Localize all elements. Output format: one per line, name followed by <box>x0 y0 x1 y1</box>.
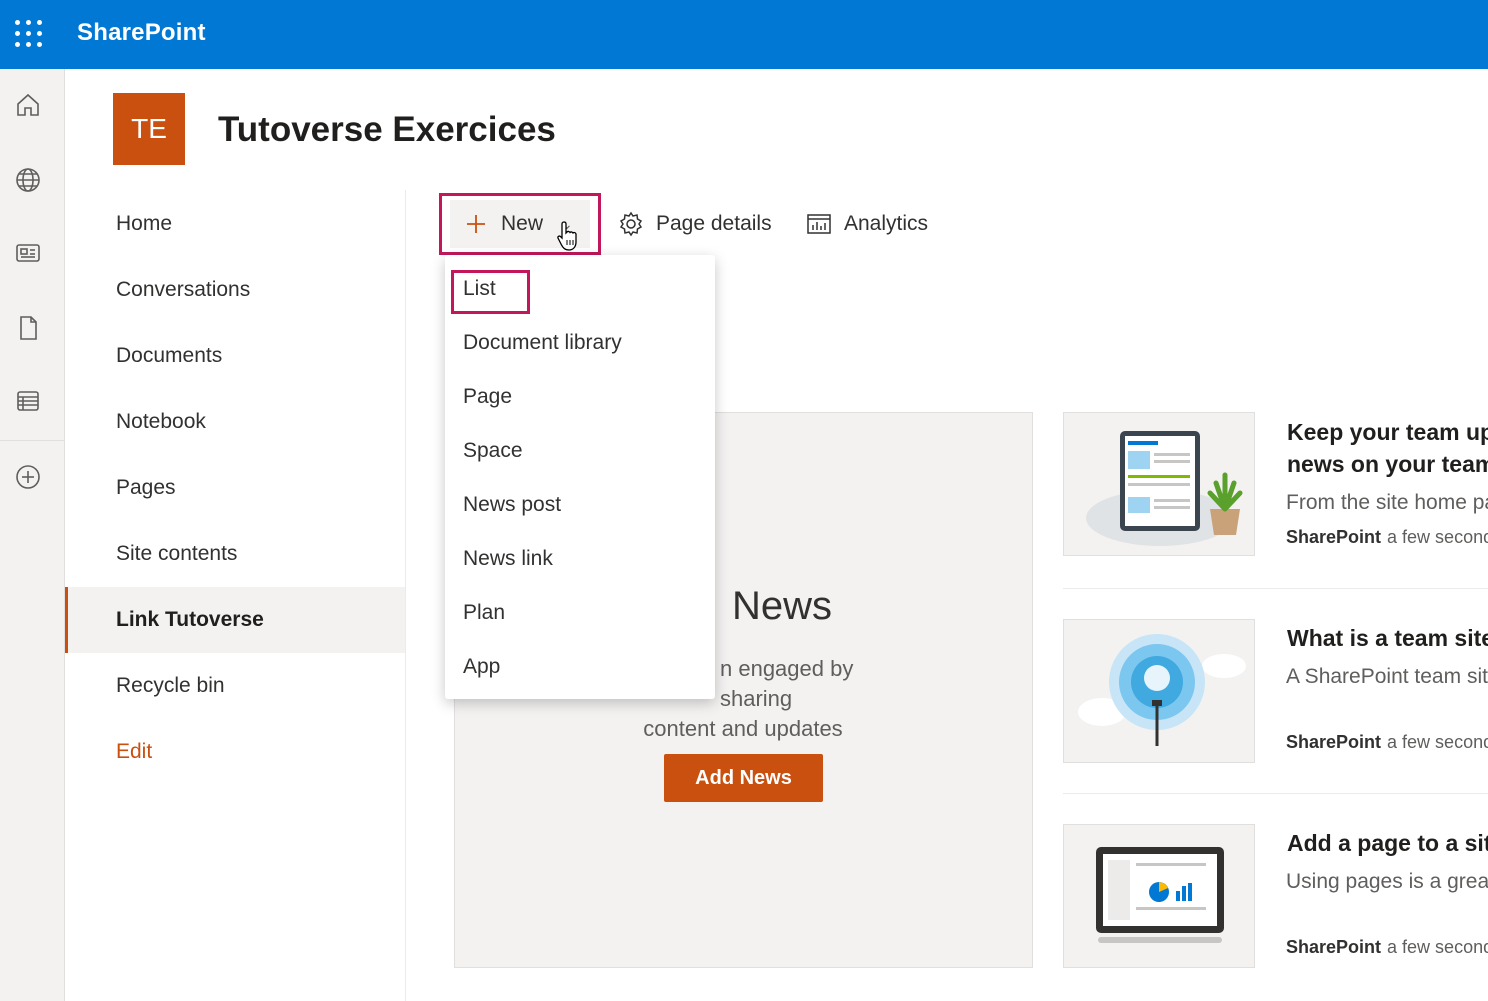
nav-item-home[interactable]: Home <box>65 191 405 257</box>
laptop-illustration[interactable] <box>1063 824 1255 968</box>
menu-item-plan[interactable]: Plan <box>463 601 505 625</box>
card-3-time: a few second <box>1387 937 1488 957</box>
card-1-time: a few second <box>1387 527 1488 547</box>
site-title[interactable]: Tutoverse Exercices <box>218 110 556 150</box>
app-launcher-icon[interactable] <box>15 20 43 48</box>
app-rail <box>0 69 65 1001</box>
card-2-description: A SharePoint team site <box>1286 665 1488 688</box>
menu-item-space[interactable]: Space <box>463 439 523 463</box>
site-logo[interactable]: TE <box>113 93 185 165</box>
hand-cursor-icon <box>557 221 577 251</box>
list-icon[interactable] <box>14 387 42 415</box>
list-item-highlight <box>451 270 530 314</box>
card-divider <box>1063 793 1488 794</box>
news-icon[interactable] <box>14 239 42 267</box>
news-description-line2: content and updates <box>643 716 843 741</box>
add-circle-icon[interactable] <box>14 463 42 491</box>
page-details-button[interactable]: Page details <box>618 200 772 248</box>
card-1-title[interactable]: Keep your team up news on your team <box>1287 416 1488 480</box>
page-details-label: Page details <box>656 212 772 235</box>
site-navigation: Home Conversations Documents Notebook Pa… <box>65 190 406 1001</box>
card-3-description: Using pages is a great <box>1286 870 1488 893</box>
lightbulb-illustration[interactable] <box>1063 619 1255 763</box>
analytics-label: Analytics <box>844 212 929 235</box>
new-dropdown-menu: List Document library Page Space News po… <box>445 255 715 699</box>
analytics-icon <box>807 214 831 234</box>
add-news-button[interactable]: Add News <box>664 754 823 802</box>
card-3-author: SharePoint <box>1286 937 1382 957</box>
menu-item-news-link[interactable]: News link <box>463 547 553 571</box>
card-2-title[interactable]: What is a team site <box>1287 622 1488 654</box>
menu-item-page[interactable]: Page <box>463 385 512 409</box>
card-3-meta: SharePoint a few second <box>1286 937 1488 958</box>
nav-edit-link[interactable]: Edit <box>65 719 405 785</box>
file-icon[interactable] <box>14 314 42 342</box>
nav-item-pages[interactable]: Pages <box>65 455 405 521</box>
nav-item-recycle-bin[interactable]: Recycle bin <box>65 653 405 719</box>
card-2-time: a few second <box>1387 732 1488 752</box>
analytics-button[interactable]: Analytics <box>806 200 928 248</box>
suite-bar: SharePoint <box>0 0 1488 69</box>
card-1-title-line2: news on your team <box>1287 451 1488 477</box>
nav-item-conversations[interactable]: Conversations <box>65 257 405 323</box>
nav-item-notebook[interactable]: Notebook <box>65 389 405 455</box>
card-3-title[interactable]: Add a page to a sit <box>1287 827 1488 859</box>
news-heading: News <box>732 584 833 628</box>
card-1-title-line1: Keep your team up <box>1287 419 1488 445</box>
tablet-illustration[interactable] <box>1063 412 1255 556</box>
app-brand[interactable]: SharePoint <box>77 19 206 47</box>
nav-item-site-contents[interactable]: Site contents <box>65 521 405 587</box>
globe-icon[interactable] <box>14 166 42 194</box>
card-1-author: SharePoint <box>1286 527 1382 547</box>
home-icon[interactable] <box>14 91 42 119</box>
card-2-author: SharePoint <box>1286 732 1382 752</box>
menu-item-news-post[interactable]: News post <box>463 493 561 517</box>
gear-icon <box>619 211 643 237</box>
card-divider <box>1063 588 1488 589</box>
card-1-description: From the site home pa <box>1286 491 1488 514</box>
rail-divider <box>0 440 65 441</box>
card-2-meta: SharePoint a few second <box>1286 732 1488 753</box>
nav-item-documents[interactable]: Documents <box>65 323 405 389</box>
menu-item-document-library[interactable]: Document library <box>463 331 622 355</box>
nav-item-link-tutoverse[interactable]: Link Tutoverse <box>65 587 405 653</box>
menu-item-app[interactable]: App <box>463 655 500 679</box>
card-1-meta: SharePoint a few second <box>1286 527 1488 548</box>
